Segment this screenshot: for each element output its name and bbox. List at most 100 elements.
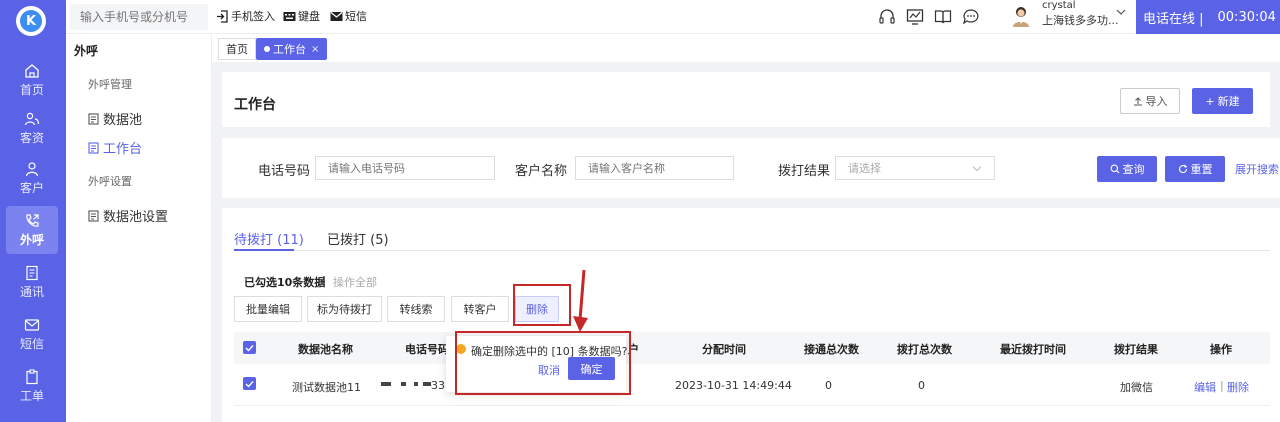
cell-connected: 0 [825,379,832,392]
col-last-dial: 最近拨打时间 [1000,343,1066,356]
keyboard-button[interactable]: 键盘 [283,8,320,24]
left-nav: K 首页 客资 客户 外呼 通讯 短信 工单 [0,0,66,422]
reset-button[interactable]: 重置 [1165,156,1225,182]
phone-out-icon [26,213,39,227]
col-dialed: 拨打总次数 [897,343,952,356]
subnav-item-data-pool-settings[interactable]: 数据池设置 [88,206,168,225]
cell-result: 加微信 [1120,381,1153,394]
query-button[interactable]: 查询 [1097,156,1157,182]
phone-status-text: 电话在线 | [1143,11,1204,27]
phone-signin-label: 手机签入 [231,10,275,23]
search-icon [1110,164,1119,174]
nav-customers[interactable]: 客户 [6,154,58,202]
sms-button[interactable]: 短信 [330,8,367,24]
phone-search-input[interactable] [70,4,208,30]
col-connected: 接通总次数 [804,343,859,356]
subnav-item-label: 数据池 [103,113,143,128]
tab-workbench-label: 工作台 [273,43,306,56]
user-org: 上海钱多多功... [1042,14,1119,27]
group-outbound-management: 外呼管理 [88,78,132,91]
import-button[interactable]: 导入 [1120,88,1180,114]
nav-outbound[interactable]: 外呼 [6,206,58,254]
create-button[interactable]: + 新建 [1192,88,1253,114]
cell-pool-name: 测试数据池11 [292,381,361,394]
subnav-item-label: 数据池设置 [103,210,169,225]
refresh-icon [1178,164,1187,174]
phone-filter-input[interactable] [315,156,495,180]
tab-workbench[interactable]: 工作台 × [256,38,328,60]
module-title: 外呼 [74,44,99,58]
row-checkbox[interactable] [243,377,256,390]
group-outbound-settings: 外呼设置 [88,175,132,188]
batch-edit-button[interactable]: 批量编辑 [234,296,302,322]
app-logo[interactable]: K [16,6,46,36]
masked-digits [401,382,406,386]
sms-label: 短信 [345,10,367,23]
nav-outbound-label: 外呼 [19,232,44,247]
to-lead-button[interactable]: 转线索 [387,296,445,322]
active-tab-indicator [234,249,294,251]
headset-icon[interactable] [876,6,898,28]
mark-pending-button[interactable]: 标为待拨打 [307,296,382,322]
header-card [222,72,1270,127]
nav-contacts[interactable]: 通讯 [6,258,58,306]
close-icon[interactable]: × [311,44,319,55]
popover-highlight-box [455,331,631,395]
tab-home[interactable]: 首页 [218,38,256,60]
cell-assign-time: 2023-10-31 14:49:44 [675,379,792,392]
chat-icon[interactable] [960,6,982,28]
subnav-item-workbench[interactable]: 工作台 [88,138,142,157]
masked-digits [423,382,431,386]
top-bar: 手机签入 键盘 短信 crystal 上海钱多多功... 电话在线 | 00:3… [66,0,1280,34]
person-icon [25,161,39,176]
row-action-separator: | [1220,379,1224,392]
result-filter-label: 拨打结果 [778,164,831,179]
cell-dialed: 0 [918,379,925,392]
nav-home[interactable]: 首页 [6,56,58,104]
col-phone: 电话号码 [405,343,449,356]
tab-dialed[interactable]: 已拨打 (5) [327,229,389,248]
tab-pending[interactable]: 待拨打 (11) [234,229,304,248]
page-title: 工作台 [234,97,276,113]
monitor-icon[interactable] [904,6,926,28]
subnav-item-label: 工作台 [103,142,143,157]
sub-nav: 外呼 外呼管理 数据池 工作台 外呼设置 数据池设置 [66,34,212,422]
chevron-down-icon[interactable] [1116,8,1126,16]
masked-digits [414,382,418,386]
top-icon-group [876,6,982,28]
nav-leads-label: 客资 [19,130,44,145]
expand-search-label: 展开搜索 [1235,163,1279,176]
select-all-checkbox[interactable] [243,341,256,354]
book-icon[interactable] [932,6,954,28]
nav-tickets-label: 工单 [19,388,44,403]
mail-icon [330,11,343,21]
row-delete-link[interactable]: 删除 [1227,379,1249,395]
subnav-item-data-pool[interactable]: 数据池 [88,109,142,128]
users-icon [24,112,40,125]
import-label: 导入 [1145,95,1168,108]
active-dot [264,46,270,52]
avatar[interactable] [1010,5,1032,27]
nav-tickets[interactable]: 工单 [6,362,58,410]
chevron-down-icon [972,165,982,171]
nav-contacts-label: 通讯 [19,284,44,299]
nav-home-label: 首页 [19,82,44,97]
logo-letter: K [20,10,42,32]
doc-icon [88,209,99,222]
expand-search-link[interactable]: 展开搜索 ▼ [1235,161,1280,177]
call-timer: 00:30:04 [1217,9,1276,25]
create-label: 新建 [1217,95,1240,108]
phone-status-button[interactable]: 电话在线 | 00:30:04 [1136,0,1280,34]
keyboard-icon [283,11,296,21]
nav-leads[interactable]: 客资 [6,104,58,152]
nav-sms[interactable]: 短信 [6,310,58,358]
result-filter-select[interactable]: 请选择 [835,156,995,180]
name-filter-input[interactable] [575,156,734,180]
to-customer-button[interactable]: 转客户 [451,296,509,322]
doc-icon [88,141,99,154]
phone-signin-button[interactable]: 手机签入 [216,8,275,24]
selection-info: 已勾选10条数据 [244,276,326,289]
col-result: 拨打结果 [1114,343,1158,356]
row-edit-link[interactable]: 编辑 [1194,379,1216,395]
operate-all-link[interactable]: 操作全部 [333,274,377,290]
